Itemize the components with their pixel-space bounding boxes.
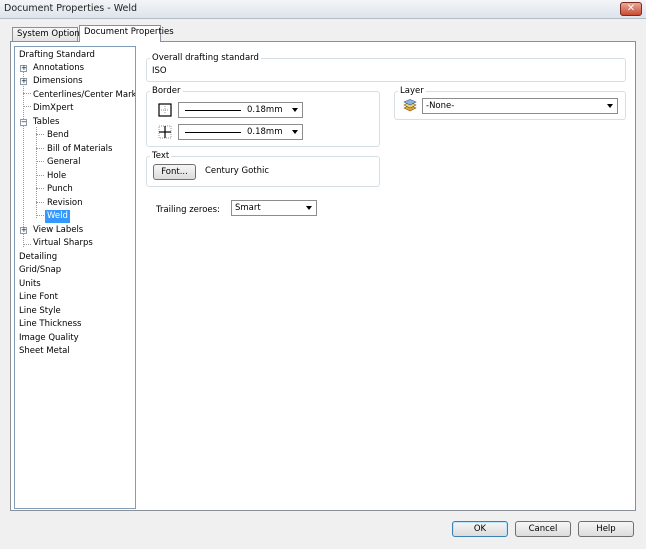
chevron-down-icon	[292, 130, 298, 134]
tree-connector	[36, 148, 44, 149]
layer-value: -None-	[426, 101, 455, 111]
drafting-standard-label: Overall drafting standard	[150, 53, 261, 63]
tree-item-virtual-sharps[interactable]: Virtual Sharps	[33, 237, 93, 250]
tree-item-hole[interactable]: Hole	[47, 170, 66, 183]
drafting-standard-value: ISO	[152, 66, 167, 76]
tree-item-dimxpert[interactable]: DimXpert	[33, 102, 73, 115]
tree-item-line-font[interactable]: Line Font	[19, 291, 58, 304]
tree-item-bend[interactable]: Bend	[47, 129, 69, 142]
tree-item-drafting-standard[interactable]: Drafting Standard	[19, 49, 95, 62]
border-label: Border	[150, 86, 183, 96]
tree-item-units[interactable]: Units	[19, 278, 41, 291]
ok-button[interactable]: OK	[452, 521, 508, 537]
tab-system-options[interactable]: System Options	[12, 27, 84, 42]
line-preview	[185, 110, 241, 111]
trailing-zeroes-value: Smart	[235, 203, 261, 213]
cancel-button[interactable]: Cancel	[515, 521, 571, 537]
layer-label: Layer	[398, 86, 426, 96]
tree-item-line-thickness[interactable]: Line Thickness	[19, 318, 81, 331]
border-outer-value: 0.18mm	[247, 105, 283, 115]
tree-connector	[36, 175, 44, 176]
tree-item-grid-snap[interactable]: Grid/Snap	[19, 264, 61, 277]
tree-item-weld[interactable]: Weld	[45, 210, 70, 223]
close-icon: ✕	[626, 3, 636, 14]
options-tree[interactable]: Drafting Standard + Annotations + Dimens…	[14, 46, 136, 509]
layer-select[interactable]: -None-	[422, 98, 618, 114]
trailing-zeroes-select[interactable]: Smart	[231, 200, 317, 216]
tree-item-view-labels[interactable]: View Labels	[33, 224, 83, 237]
window-title: Document Properties - Weld	[4, 3, 138, 14]
tree-item-line-style[interactable]: Line Style	[19, 305, 61, 318]
title-bar: Document Properties - Weld ✕	[0, 0, 646, 19]
tree-connector	[36, 188, 44, 189]
font-name: Century Gothic	[205, 166, 270, 176]
tree-item-revision[interactable]: Revision	[47, 197, 83, 210]
tree-connector	[23, 93, 31, 94]
tree-connector	[36, 202, 44, 203]
font-button[interactable]: Font...	[153, 164, 196, 180]
tree-item-detailing[interactable]: Detailing	[19, 251, 57, 264]
expand-icon[interactable]: +	[20, 78, 27, 85]
tab-document-properties[interactable]: Document Properties	[79, 25, 174, 42]
tree-connector	[36, 127, 37, 218]
tree-item-tables[interactable]: Tables	[33, 116, 59, 129]
chevron-down-icon	[306, 206, 312, 210]
tree-item-sheet-metal[interactable]: Sheet Metal	[19, 345, 70, 358]
border-outer-select[interactable]: 0.18mm	[178, 102, 303, 118]
layer-icon	[403, 99, 417, 112]
line-preview	[185, 132, 241, 133]
collapse-icon[interactable]: −	[20, 119, 27, 126]
tree-connector	[23, 67, 24, 247]
chevron-down-icon	[607, 104, 613, 108]
expand-icon[interactable]: +	[20, 65, 27, 72]
trailing-zeroes-label: Trailing zeroes:	[156, 205, 220, 215]
tree-item-bill-of-materials[interactable]: Bill of Materials	[47, 143, 112, 156]
tree-item-dimensions[interactable]: Dimensions	[33, 75, 83, 88]
tree-connector	[23, 244, 31, 245]
tree-item-general[interactable]: General	[47, 156, 81, 169]
border-inner-value: 0.18mm	[247, 127, 283, 137]
close-button[interactable]: ✕	[620, 2, 642, 16]
chevron-down-icon	[292, 108, 298, 112]
tree-connector	[23, 106, 31, 107]
tree-item-image-quality[interactable]: Image Quality	[19, 332, 79, 345]
tree-connector	[36, 134, 44, 135]
border-inner-select[interactable]: 0.18mm	[178, 124, 303, 140]
help-button[interactable]: Help	[578, 521, 634, 537]
expand-icon[interactable]: +	[20, 227, 27, 234]
tree-item-centerlines[interactable]: Centerlines/Center Marks	[33, 89, 135, 102]
border-outer-icon	[158, 103, 172, 117]
tree-connector	[36, 215, 44, 216]
text-label: Text	[150, 151, 172, 161]
tree-item-punch[interactable]: Punch	[47, 183, 73, 196]
tree-connector	[36, 161, 44, 162]
tree-item-annotations[interactable]: Annotations	[33, 62, 84, 75]
border-inner-icon	[158, 125, 172, 139]
